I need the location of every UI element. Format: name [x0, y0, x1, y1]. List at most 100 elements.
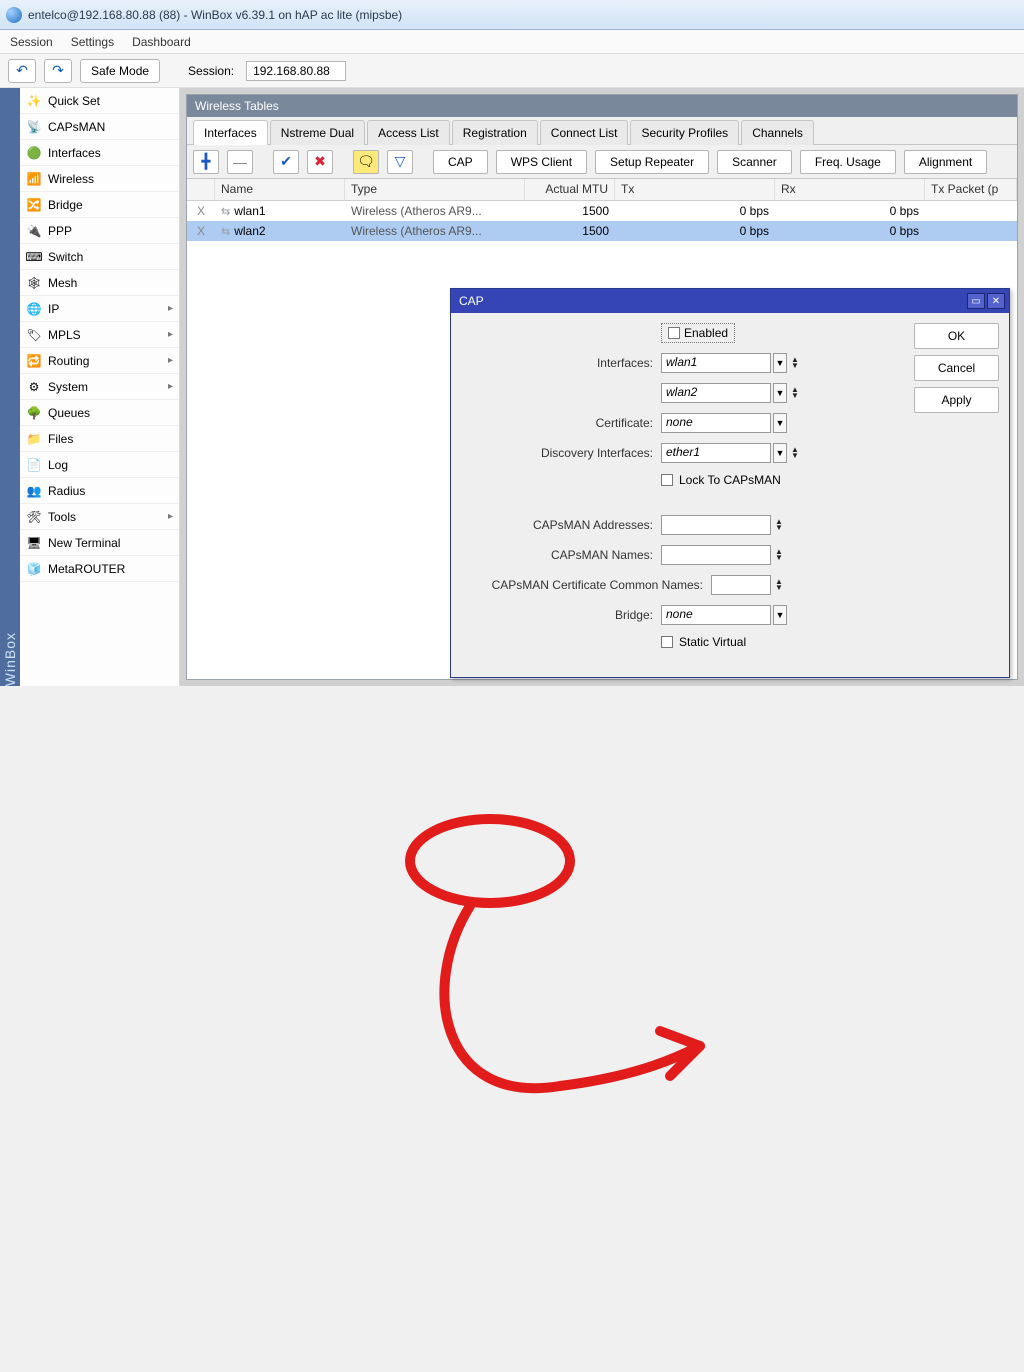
ok-button[interactable]: OK — [914, 323, 999, 349]
lock-checkbox[interactable]: Lock To CAPsMAN — [661, 473, 781, 487]
filter-button[interactable]: ▽ — [387, 150, 413, 174]
bridge-dd-icon[interactable]: ▼ — [773, 605, 787, 625]
sidebar-item-mpls[interactable]: 🏷 MPLS ▸ — [20, 322, 179, 348]
interfaces-input-2[interactable]: wlan2 — [661, 383, 771, 403]
panel-tabs: InterfacesNstreme DualAccess ListRegistr… — [187, 117, 1017, 145]
interfaces-1-dd-icon[interactable]: ▼ — [773, 353, 787, 373]
freq-button[interactable]: Freq. Usage — [800, 150, 896, 174]
sidebar-item-metarouter[interactable]: 🧊 MetaROUTER — [20, 556, 179, 582]
capsman-names-label: CAPsMAN Names: — [461, 548, 661, 562]
capsman-addresses-input[interactable] — [661, 515, 771, 535]
tab-interfaces[interactable]: Interfaces — [193, 120, 268, 145]
apply-button[interactable]: Apply — [914, 387, 999, 413]
table-row[interactable]: X wlan1 Wireless (Atheros AR9... 1500 0 … — [187, 201, 1017, 221]
tab-registration[interactable]: Registration — [452, 120, 538, 145]
interfaces-2-dd-icon[interactable]: ▼ — [773, 383, 787, 403]
certificate-label: Certificate: — [461, 416, 661, 430]
col-txp[interactable]: Tx Packet (p — [925, 179, 1017, 200]
scanner-button[interactable]: Scanner — [717, 150, 792, 174]
tab-access-list[interactable]: Access List — [367, 120, 450, 145]
remove-button[interactable]: — — [227, 150, 253, 174]
menu-settings[interactable]: Settings — [71, 35, 114, 49]
sidebar-item-ppp[interactable]: 🔌 PPP — [20, 218, 179, 244]
interfaces-input-1[interactable]: wlan1 — [661, 353, 771, 373]
cm-cert-spin-icon[interactable]: ▲▼ — [775, 579, 783, 591]
discovery-dd-icon[interactable]: ▼ — [773, 443, 787, 463]
dialog-min-icon[interactable]: ▭ — [967, 293, 985, 309]
table-row[interactable]: X wlan2 Wireless (Atheros AR9... 1500 0 … — [187, 221, 1017, 241]
add-button[interactable]: ╋ — [193, 150, 219, 174]
sidebar-item-bridge[interactable]: 🔀 Bridge — [20, 192, 179, 218]
redo-button[interactable] — [44, 59, 72, 83]
chevron-right-icon: ▸ — [168, 511, 173, 522]
cap-button[interactable]: CAP — [433, 150, 488, 174]
sidebar-item-system[interactable]: ⚙ System ▸ — [20, 374, 179, 400]
nav-label: Wireless — [48, 172, 94, 186]
dialog-close-icon[interactable]: ✕ — [987, 293, 1005, 309]
cm-addr-spin-icon[interactable]: ▲▼ — [775, 519, 783, 531]
comment-button[interactable]: 🗨 — [353, 150, 379, 174]
cancel-button[interactable]: Cancel — [914, 355, 999, 381]
nav-icon: 📄 — [26, 457, 42, 473]
nav-icon: 👥 — [26, 483, 42, 499]
align-button[interactable]: Alignment — [904, 150, 987, 174]
capsman-cert-input[interactable] — [711, 575, 771, 595]
nav-label: Interfaces — [48, 146, 101, 160]
sidebar-item-files[interactable]: 📁 Files — [20, 426, 179, 452]
nav-label: CAPsMAN — [48, 120, 105, 134]
tab-channels[interactable]: Channels — [741, 120, 814, 145]
static-virtual-checkbox[interactable]: Static Virtual — [661, 635, 746, 649]
session-label: Session: — [188, 64, 234, 78]
sidebar-item-wireless[interactable]: 📶 Wireless — [20, 166, 179, 192]
disable-button[interactable]: ✖ — [307, 150, 333, 174]
menu-dashboard[interactable]: Dashboard — [132, 35, 191, 49]
sidebar-item-radius[interactable]: 👥 Radius — [20, 478, 179, 504]
interfaces-1-spin-icon[interactable]: ▲▼ — [791, 357, 799, 369]
capsman-names-input[interactable] — [661, 545, 771, 565]
safe-mode-button[interactable]: Safe Mode — [80, 59, 160, 83]
interfaces-2-spin-icon[interactable]: ▲▼ — [791, 387, 799, 399]
nav-label: Radius — [48, 484, 85, 498]
tab-connect-list[interactable]: Connect List — [540, 120, 629, 145]
sidebar-item-capsman[interactable]: 📡 CAPsMAN — [20, 114, 179, 140]
undo-button[interactable] — [8, 59, 36, 83]
sidebar-item-tools[interactable]: 🛠 Tools ▸ — [20, 504, 179, 530]
col-type[interactable]: Type — [345, 179, 525, 200]
repeater-button[interactable]: Setup Repeater — [595, 150, 709, 174]
sidebar-item-quick-set[interactable]: ✨ Quick Set — [20, 88, 179, 114]
menu-session[interactable]: Session — [10, 35, 53, 49]
certificate-input[interactable]: none — [661, 413, 771, 433]
col-name[interactable]: Name — [215, 179, 345, 200]
interfaces-label: Interfaces: — [461, 356, 661, 370]
menubar: Session Settings Dashboard — [0, 30, 1024, 54]
enable-button[interactable]: ✔ — [273, 150, 299, 174]
bridge-input[interactable]: none — [661, 605, 771, 625]
enabled-checkbox[interactable]: Enabled — [661, 323, 735, 343]
sidebar-item-ip[interactable]: 🌐 IP ▸ — [20, 296, 179, 322]
nav-icon: 📁 — [26, 431, 42, 447]
sidebar-item-mesh[interactable]: 🕸 Mesh — [20, 270, 179, 296]
sidebar-item-log[interactable]: 📄 Log — [20, 452, 179, 478]
wps-button[interactable]: WPS Client — [496, 150, 587, 174]
col-mark[interactable] — [187, 179, 215, 200]
nav-label: Mesh — [48, 276, 77, 290]
nav-label: Queues — [48, 406, 90, 420]
col-rx[interactable]: Rx — [775, 179, 925, 200]
sidebar-item-interfaces[interactable]: 🟢 Interfaces — [20, 140, 179, 166]
discovery-input[interactable]: ether1 — [661, 443, 771, 463]
sidebar-item-switch[interactable]: ⌨ Switch — [20, 244, 179, 270]
nav-icon: ⚙ — [26, 379, 42, 395]
discovery-spin-icon[interactable]: ▲▼ — [791, 447, 799, 459]
sidebar-item-queues[interactable]: 🌳 Queues — [20, 400, 179, 426]
dialog-titlebar[interactable]: CAP ▭ ✕ — [451, 289, 1009, 313]
col-mtu[interactable]: Actual MTU — [525, 179, 615, 200]
sidebar-item-routing[interactable]: 🔁 Routing ▸ — [20, 348, 179, 374]
capsman-addresses-label: CAPsMAN Addresses: — [461, 518, 661, 532]
tab-security-profiles[interactable]: Security Profiles — [630, 120, 739, 145]
col-tx[interactable]: Tx — [615, 179, 775, 200]
certificate-dd-icon[interactable]: ▼ — [773, 413, 787, 433]
sidebar-item-new-terminal[interactable]: 🖥 New Terminal — [20, 530, 179, 556]
tab-nstreme-dual[interactable]: Nstreme Dual — [270, 120, 365, 145]
dialog-form: Enabled Interfaces: wlan1 ▼ ▲▼ wlan2 ▼ ▲… — [461, 323, 904, 667]
cm-names-spin-icon[interactable]: ▲▼ — [775, 549, 783, 561]
